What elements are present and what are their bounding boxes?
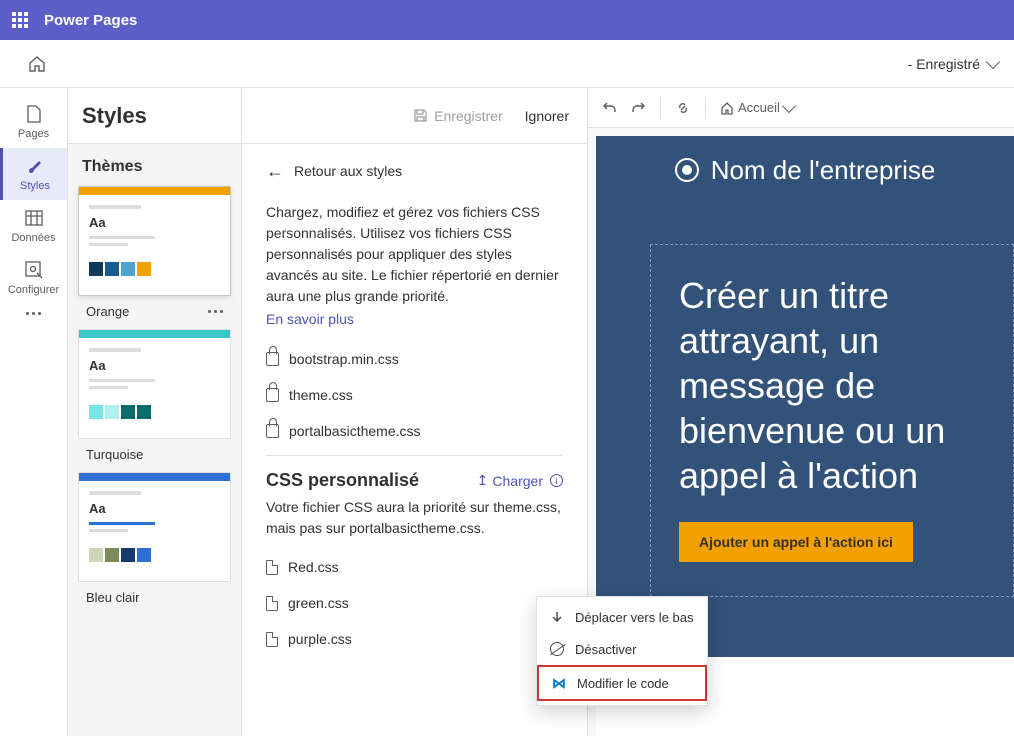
save-status-label: - Enregistré <box>908 56 980 72</box>
rail-label: Styles <box>20 180 50 192</box>
rail-item-configure[interactable]: Configurer <box>0 252 67 304</box>
gear-icon <box>24 260 44 280</box>
redo-icon <box>631 100 646 115</box>
arrow-down-icon <box>549 609 565 625</box>
brush-icon <box>25 156 45 176</box>
redo-button[interactable] <box>631 100 646 115</box>
eye-off-icon <box>549 641 565 657</box>
theme-label: Orange <box>86 304 129 319</box>
lock-icon <box>266 388 279 402</box>
cta-button[interactable]: Ajouter un appel à l'action ici <box>679 522 913 562</box>
theme-card-turquoise[interactable]: Aa Turquoise <box>78 329 231 462</box>
more-icon[interactable] <box>208 310 223 313</box>
company-logo-icon <box>675 158 699 182</box>
lock-icon <box>266 352 279 366</box>
page-icon <box>24 104 44 124</box>
panel-titlebar: Styles <box>68 88 241 144</box>
themes-panel: Styles Thèmes Aa Orange Aa Tur <box>68 88 242 736</box>
lock-icon <box>266 424 279 438</box>
theme-label: Bleu clair <box>86 590 139 605</box>
company-name: Nom de l'entreprise <box>711 155 936 186</box>
save-icon <box>413 108 428 123</box>
theme-card-orange[interactable]: Aa Orange <box>78 186 231 319</box>
locked-file[interactable]: theme.css <box>266 377 563 413</box>
rail-label: Configurer <box>8 284 59 296</box>
back-to-styles[interactable]: ← Retour aux styles <box>266 162 563 180</box>
rail-item-styles[interactable]: Styles <box>0 148 67 200</box>
rail-label: Pages <box>18 128 49 140</box>
rail-item-pages[interactable]: Pages <box>0 96 67 148</box>
rail-item-more[interactable] <box>0 304 67 323</box>
custom-css-heading: CSS personnalisé <box>266 470 419 491</box>
hero-title: Créer un titre attrayant, un message de … <box>679 273 973 498</box>
preview-toolbar: Accueil <box>588 88 1014 128</box>
custom-file[interactable]: Red.css <box>266 549 563 585</box>
theme-label: Turquoise <box>86 447 143 462</box>
panel-title: Styles <box>82 103 147 129</box>
rail-label: Données <box>11 232 55 244</box>
custom-file[interactable]: purple.css <box>266 621 563 657</box>
rail-item-data[interactable]: Données <box>0 200 67 252</box>
link-button[interactable] <box>675 100 691 116</box>
home-icon <box>720 101 734 115</box>
ignore-button[interactable]: Ignorer <box>525 108 569 124</box>
vscode-icon: ⋈ <box>551 675 567 691</box>
ctx-edit-code[interactable]: ⋈ Modifier le code <box>537 665 707 701</box>
save-button[interactable]: Enregistrer <box>413 108 502 124</box>
arrow-left-icon: ← <box>266 162 284 180</box>
product-title: Power Pages <box>44 12 137 29</box>
more-icon <box>26 312 41 315</box>
custom-file[interactable]: green.css <box>266 585 563 621</box>
breadcrumb-home[interactable]: Accueil <box>720 100 794 115</box>
undo-icon <box>602 100 617 115</box>
locked-file[interactable]: portalbasictheme.css <box>266 413 563 449</box>
undo-button[interactable] <box>602 100 617 115</box>
context-menu: Déplacer vers le bas Désactiver ⋈ Modifi… <box>536 596 708 706</box>
file-icon <box>266 632 278 647</box>
table-icon <box>24 208 44 228</box>
upload-icon: ↥ <box>477 472 489 489</box>
themes-heading: Thèmes <box>68 144 241 186</box>
left-rail: Pages Styles Données Configurer <box>0 88 68 736</box>
info-icon[interactable]: i <box>550 474 563 487</box>
ctx-disable[interactable]: Désactiver <box>537 633 707 665</box>
waffle-icon[interactable] <box>12 12 28 28</box>
link-icon <box>675 100 691 116</box>
css-toolbar: Enregistrer Ignorer <box>242 88 587 144</box>
upload-button[interactable]: ↥ Charger i <box>477 472 563 489</box>
sub-header: - Enregistré <box>0 40 1014 88</box>
save-status[interactable]: - Enregistré <box>908 56 998 72</box>
learn-more-link[interactable]: En savoir plus <box>266 311 354 327</box>
chevron-down-icon <box>782 99 796 113</box>
file-icon <box>266 560 278 575</box>
app-header: Power Pages <box>0 0 1014 40</box>
locked-file[interactable]: bootstrap.min.css <box>266 341 563 377</box>
hero-section[interactable]: Créer un titre attrayant, un message de … <box>596 204 1014 657</box>
css-description: Chargez, modifiez et gérez vos fichiers … <box>266 202 563 307</box>
home-icon[interactable] <box>28 55 46 73</box>
file-icon <box>266 596 278 611</box>
chevron-down-icon <box>986 55 1000 69</box>
ctx-move-down[interactable]: Déplacer vers le bas <box>537 601 707 633</box>
custom-css-note: Votre fichier CSS aura la priorité sur t… <box>266 497 563 539</box>
site-header: Nom de l'entreprise <box>596 136 1014 204</box>
theme-card-lightblue[interactable]: Aa Bleu clair <box>78 472 231 605</box>
